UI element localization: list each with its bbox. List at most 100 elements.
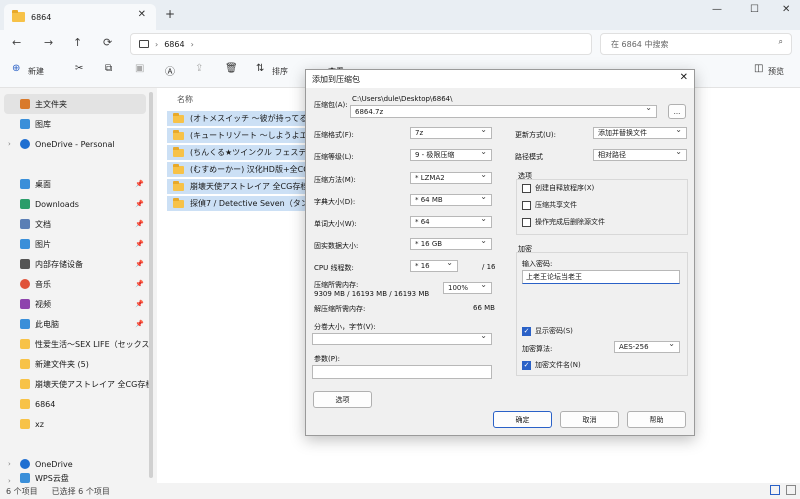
sidebar-item-pictures[interactable]: 图片 xyxy=(20,235,150,253)
ok-button[interactable]: 确定 xyxy=(493,411,552,428)
sidebar-item-videos[interactable]: 视频 xyxy=(20,295,150,313)
delete-icon[interactable]: 🗑 xyxy=(225,63,238,74)
tiles-view-icon[interactable] xyxy=(786,485,796,495)
chevron-right-icon[interactable]: › xyxy=(8,460,11,468)
help-button[interactable]: 帮助 xyxy=(627,411,686,428)
cpu-select[interactable]: * 16 xyxy=(410,260,458,272)
minimize-icon[interactable]: — xyxy=(712,4,722,15)
folder-icon xyxy=(20,339,30,349)
show-password-checkbox[interactable]: ✓ 显示密码(S) xyxy=(522,326,573,336)
column-header-name[interactable]: 名称 xyxy=(177,94,193,105)
close-window-icon[interactable]: ✕ xyxy=(782,4,790,15)
sidebar-item-onedrive[interactable]: OneDrive xyxy=(20,455,150,473)
tab-6864[interactable]: 6864 ✕ xyxy=(4,4,156,30)
maximize-icon[interactable]: ☐ xyxy=(750,4,759,15)
level-select[interactable]: 9 - 极限压缩 xyxy=(410,149,492,161)
archive-name-combo[interactable]: 6864.7z xyxy=(350,105,657,118)
sidebar-item-folder[interactable]: 6864 xyxy=(20,395,150,413)
music-icon xyxy=(20,279,30,289)
checkbox-checked-icon: ✓ xyxy=(522,360,531,370)
folder-icon xyxy=(173,197,184,208)
pin-icon: 📌 xyxy=(135,220,144,228)
rename-icon[interactable]: Ⓐ xyxy=(165,63,175,78)
update-mode-select[interactable]: 添加并替换文件 xyxy=(593,127,687,139)
file-row[interactable]: (ちんくる★ツインクル フェスティ xyxy=(167,145,317,160)
sidebar-item-folder[interactable]: 崩壊天使アストレイア 全CG存档 xyxy=(20,375,150,393)
file-row[interactable]: (むすめーかー) 汉化HD版+全CG xyxy=(167,162,317,177)
selection-count: 已选择 6 个项目 xyxy=(51,486,110,496)
word-select[interactable]: * 64 xyxy=(410,216,492,228)
cancel-button[interactable]: 取消 xyxy=(560,411,619,428)
sidebar-item-music[interactable]: 音乐 xyxy=(20,275,150,293)
file-row[interactable]: 探偵7 / Detective Seven（タンテイ xyxy=(167,196,317,211)
sidebar-item-wps-cloud[interactable]: WPS云盘 xyxy=(20,473,150,483)
address-bar[interactable]: › 6864 › xyxy=(130,33,592,55)
dict-select[interactable]: * 64 MB xyxy=(410,194,492,206)
new-button[interactable]: 新建 xyxy=(28,66,44,77)
sfx-checkbox[interactable]: 创建自释放程序(X) xyxy=(522,183,594,193)
close-icon[interactable]: ✕ xyxy=(680,72,688,83)
shared-files-checkbox[interactable]: 压缩共享文件 xyxy=(522,200,577,210)
encryption-method-select[interactable]: AES-256 xyxy=(614,341,680,353)
split-combo[interactable] xyxy=(312,333,492,345)
browse-button[interactable]: ... xyxy=(668,104,686,119)
chevron-right-icon[interactable]: › xyxy=(8,140,11,148)
format-select[interactable]: 7z xyxy=(410,127,492,139)
computer-icon xyxy=(20,319,30,329)
memory-percent-select[interactable]: 100% xyxy=(443,282,492,294)
sidebar-item-downloads[interactable]: Downloads xyxy=(20,195,150,213)
memory-value: 9309 MB / 16193 MB / 16193 MB xyxy=(314,290,430,298)
password-input[interactable]: 上老王论坛当老王 xyxy=(522,270,680,284)
path-mode-select[interactable]: 相对路径 xyxy=(593,149,687,161)
folder-icon xyxy=(20,379,30,389)
file-row[interactable]: (キュートリゾート ～しようよエッ xyxy=(167,128,317,143)
sidebar-item-gallery[interactable]: 图库 xyxy=(20,115,150,133)
details-view-icon[interactable] xyxy=(770,485,780,495)
params-input[interactable] xyxy=(312,365,492,379)
params-label: 参数(P): xyxy=(314,355,341,363)
folder-icon xyxy=(173,129,184,140)
picture-icon xyxy=(20,239,30,249)
sidebar-item-documents[interactable]: 文档 xyxy=(20,215,150,233)
sidebar-item-folder[interactable]: xz xyxy=(20,415,150,433)
file-row[interactable]: (オトメスイッチ ～彼が持ってる彼 xyxy=(167,111,317,126)
download-icon xyxy=(20,199,30,209)
folder-icon xyxy=(173,112,184,123)
copy-icon[interactable]: ⧉ xyxy=(105,63,112,74)
cut-icon[interactable]: ✂ xyxy=(75,63,83,74)
gallery-icon xyxy=(20,119,30,129)
method-select[interactable]: * LZMA2 xyxy=(410,172,492,184)
up-icon[interactable]: ↑ xyxy=(73,36,82,49)
sort-icon: ⇅ xyxy=(256,63,265,74)
pin-icon: 📌 xyxy=(135,240,144,248)
pin-icon: 📌 xyxy=(135,320,144,328)
paste-icon[interactable]: ▣ xyxy=(135,63,144,74)
share-icon[interactable]: ⇪ xyxy=(195,63,203,74)
pin-icon: 📌 xyxy=(135,300,144,308)
solid-select[interactable]: * 16 GB xyxy=(410,238,492,250)
refresh-icon[interactable]: ⟳ xyxy=(103,36,112,49)
sidebar-item-desktop[interactable]: 桌面 xyxy=(20,175,150,193)
search-input[interactable]: 在 6864 中搜索 ⌕ xyxy=(600,33,792,55)
encrypt-filenames-checkbox[interactable]: ✓ 加密文件名(N) xyxy=(522,360,581,370)
delete-source-checkbox[interactable]: 操作完成后删除源文件 xyxy=(522,217,605,227)
sidebar-scrollbar[interactable] xyxy=(149,92,153,478)
sidebar-item-folder[interactable]: 性爱生活～SEX LIFE（セックス xyxy=(20,335,150,353)
sidebar-item-home[interactable]: 主文件夹 xyxy=(20,95,150,113)
sidebar-item-internal-storage[interactable]: 内部存储设备 xyxy=(20,255,150,273)
sidebar-item-folder[interactable]: 新建文件夹 (5) xyxy=(20,355,150,373)
sidebar-item-onedrive-personal[interactable]: OneDrive - Personal xyxy=(20,135,150,153)
file-row[interactable]: 崩壊天使アストレイア 全CG存档 xyxy=(167,179,317,194)
split-label: 分卷大小，字节(V): xyxy=(314,323,376,331)
options-button[interactable]: 选项 xyxy=(313,391,372,408)
sidebar-item-this-pc[interactable]: 此电脑 xyxy=(20,315,150,333)
close-tab-icon[interactable]: ✕ xyxy=(138,9,146,20)
preview-button[interactable]: 预览 xyxy=(768,66,784,77)
back-icon[interactable]: ← xyxy=(12,36,21,49)
breadcrumb[interactable]: 6864 xyxy=(164,40,184,49)
forward-icon[interactable]: → xyxy=(44,36,53,49)
archive-label: 压缩包(A): xyxy=(314,101,348,109)
navigation-bar: ← → ↑ ⟳ › 6864 › 在 6864 中搜索 ⌕ xyxy=(0,30,800,58)
sort-button[interactable]: 排序 xyxy=(272,66,288,77)
add-tab-icon[interactable]: + xyxy=(165,7,175,21)
